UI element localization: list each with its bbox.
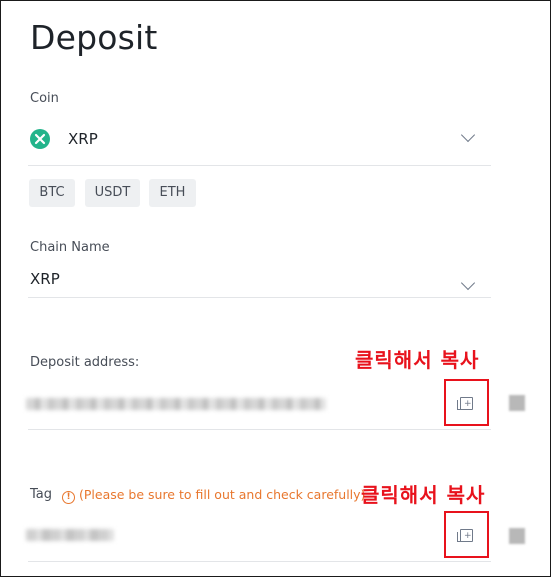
tag-value	[26, 527, 114, 543]
copy-tag-button[interactable]: +	[444, 511, 489, 558]
qr-code-icon[interactable]	[509, 528, 525, 544]
chain-label: Chain Name	[30, 240, 110, 255]
copy-hint-annotation: 클릭해서 복사	[361, 483, 486, 507]
chip-eth[interactable]: ETH	[149, 179, 196, 207]
tag-warning-text: (Please be sure to fill out and check ca…	[79, 487, 366, 502]
chain-select-underline	[28, 297, 491, 298]
chain-select[interactable]: XRP	[28, 262, 491, 296]
tag-underline	[28, 561, 491, 562]
chain-selected-value: XRP	[30, 270, 60, 288]
coin-label: Coin	[30, 91, 59, 106]
chip-btc[interactable]: BTC	[29, 179, 75, 207]
copy-icon: +	[457, 397, 473, 410]
tag-label: Tag	[30, 487, 53, 502]
copy-icon: +	[457, 529, 473, 542]
deposit-address-value	[26, 396, 326, 412]
address-underline	[28, 429, 491, 430]
copy-hint-annotation: 클릭해서 복사	[355, 348, 480, 372]
coin-select[interactable]: XRP	[28, 118, 491, 160]
qr-code-icon[interactable]	[509, 395, 525, 411]
chevron-down-icon	[460, 127, 476, 143]
deposit-address-label: Deposit address:	[30, 355, 140, 370]
coin-selected-value: XRP	[68, 130, 98, 148]
copy-address-button[interactable]: +	[444, 379, 489, 426]
tag-warning: ! (Please be sure to fill out and check c…	[62, 487, 365, 504]
chevron-down-icon	[460, 275, 476, 291]
info-circle-icon: !	[62, 491, 75, 504]
page-title: Deposit	[30, 18, 158, 57]
xrp-coin-icon	[30, 129, 50, 149]
chip-usdt[interactable]: USDT	[85, 179, 140, 207]
coin-select-underline	[28, 165, 491, 166]
